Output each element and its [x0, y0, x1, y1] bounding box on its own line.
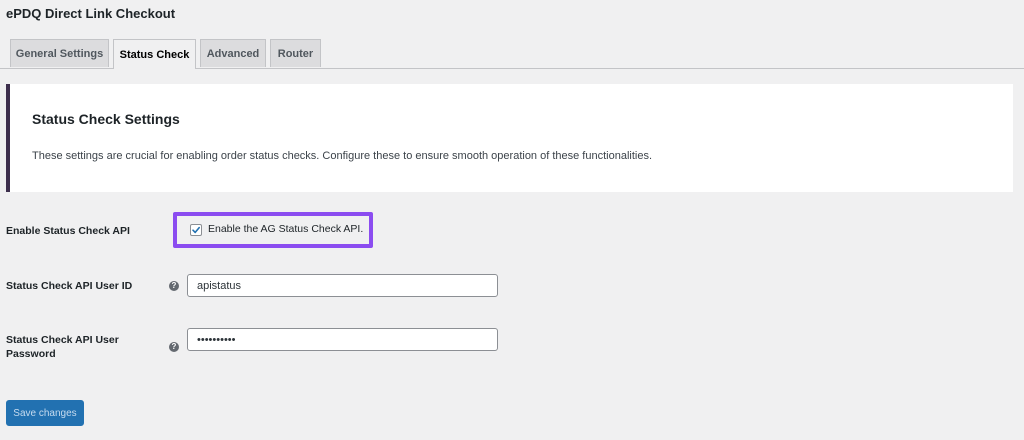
tab-router[interactable]: Router [270, 39, 321, 67]
notice-heading: Status Check Settings [32, 111, 180, 127]
save-button[interactable]: Save changes [6, 400, 84, 426]
enable-api-highlight: Enable the AG Status Check API. [173, 212, 373, 248]
password-label-line1: Status Check API User [6, 334, 119, 346]
tab-status-check[interactable]: Status Check [113, 39, 196, 69]
help-icon[interactable]: ? [169, 342, 179, 352]
password-label-line2: Password [6, 348, 56, 360]
user-id-field[interactable] [187, 274, 498, 297]
tab-advanced[interactable]: Advanced [200, 39, 266, 67]
tab-general-settings[interactable]: General Settings [10, 39, 109, 67]
settings-tabs: General Settings Status Check Advanced R… [0, 39, 1024, 69]
settings-notice: Status Check Settings These settings are… [6, 84, 1013, 192]
user-id-label: Status Check API User ID [6, 280, 133, 292]
password-field[interactable] [187, 328, 498, 351]
help-icon[interactable]: ? [169, 281, 179, 291]
page-title: ePDQ Direct Link Checkout [6, 6, 176, 21]
checkmark-icon [192, 226, 200, 234]
notice-description: These settings are crucial for enabling … [32, 150, 653, 162]
enable-api-label: Enable Status Check API [6, 225, 130, 237]
enable-api-checkbox-label[interactable]: Enable the AG Status Check API. [208, 223, 363, 235]
enable-api-checkbox[interactable] [190, 224, 202, 236]
password-label: Status Check API User Password [6, 333, 119, 361]
